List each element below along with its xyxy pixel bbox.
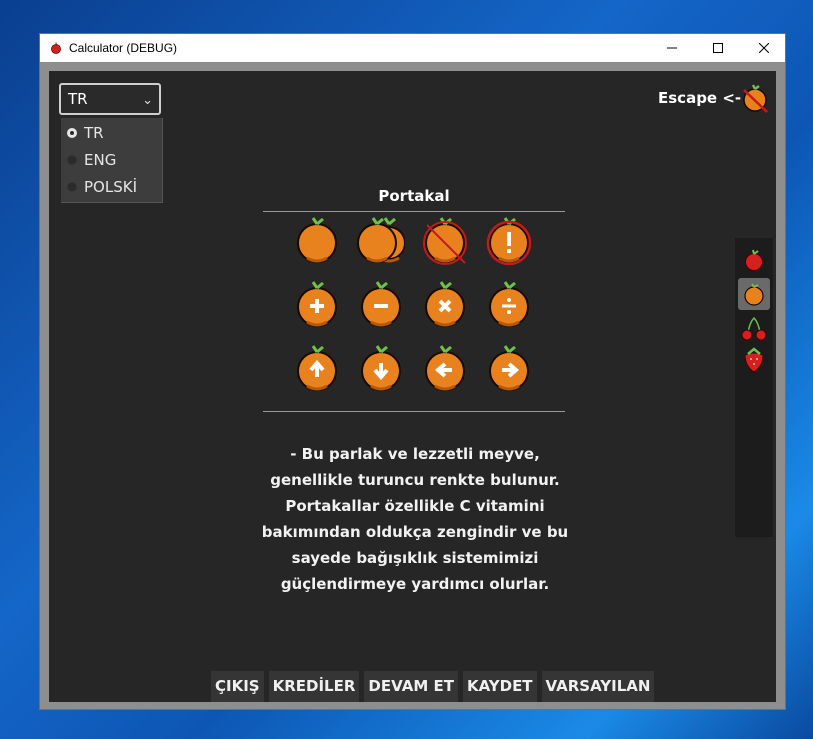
language-select-value: TR	[68, 90, 88, 108]
sidebar-item-strawberry[interactable]	[738, 344, 770, 376]
orange-icon-graphic	[297, 217, 337, 263]
orange-divide-icon[interactable]	[485, 278, 533, 330]
escape-label: Escape <-	[658, 89, 742, 107]
title-bar[interactable]: Calculator (DEBUG)	[40, 34, 785, 62]
fruit-description: - Bu parlak ve lezzetli meyve, genellikl…	[249, 441, 581, 597]
language-option-label: TR	[84, 124, 104, 142]
divider	[263, 411, 565, 412]
maximize-button[interactable]	[695, 34, 741, 62]
orange-plus-icon[interactable]	[293, 278, 341, 330]
orange-icon[interactable]	[293, 214, 341, 266]
language-option-polski[interactable]: POLSKİ	[67, 176, 137, 198]
app-window: Calculator (DEBUG) TR ⌄ TR ENG POLSKİ Es…	[39, 33, 786, 710]
window-title: Calculator (DEBUG)	[69, 41, 178, 55]
orange-exclamation-icon-graphic	[486, 217, 532, 266]
defaults-button[interactable]: VARSAYILAN	[541, 671, 655, 702]
description-line: genellikle turuncu renkte bulunur.	[270, 471, 560, 489]
language-option-tr[interactable]: TR	[67, 122, 104, 144]
description-line: bakımından oldukça zengindir ve bu	[261, 523, 569, 541]
language-option-eng[interactable]: ENG	[67, 149, 116, 171]
save-button[interactable]: KAYDET	[462, 671, 537, 702]
orange-down-arrow-icon[interactable]	[357, 342, 405, 394]
continue-button[interactable]: DEVAM ET	[364, 671, 458, 702]
language-menu: TR ENG POLSKİ	[61, 118, 163, 203]
apple-app-icon	[51, 42, 61, 54]
footer-buttons: ÇIKIŞ KREDİLER DEVAM ET KAYDET VARSAYILA…	[211, 671, 655, 702]
description-line: güçlendirmeye yardımcı olurlar.	[280, 575, 550, 593]
orange-times-icon-graphic	[425, 281, 465, 327]
radio-unselected-icon	[67, 155, 77, 165]
two-oranges-icon-graphic	[357, 217, 406, 263]
close-icon	[759, 43, 769, 53]
minimize-button[interactable]	[649, 34, 695, 62]
orange-divide-icon-graphic	[489, 281, 529, 327]
orange-times-icon[interactable]	[421, 278, 469, 330]
strawberry-icon	[744, 347, 764, 373]
language-option-label: ENG	[84, 151, 117, 169]
fruit-sidebar	[735, 238, 773, 537]
app-canvas: TR ⌄ TR ENG POLSKİ Escape <- Portakal - …	[49, 71, 776, 702]
orange-right-arrow-icon-graphic	[489, 345, 529, 391]
chevron-down-icon: ⌄	[142, 93, 153, 108]
apple-icon	[745, 249, 763, 271]
sidebar-item-apple[interactable]	[738, 244, 770, 276]
fruit-icon-grid	[293, 214, 543, 402]
orange-plus-icon-graphic	[297, 281, 337, 327]
credits-button[interactable]: KREDİLER	[268, 671, 360, 702]
orange-up-arrow-icon-graphic	[297, 345, 337, 391]
language-select[interactable]: TR ⌄	[59, 83, 161, 115]
two-oranges-icon[interactable]	[357, 214, 406, 266]
orange-exclamation-icon[interactable]	[485, 214, 533, 266]
orange-left-arrow-icon-graphic	[425, 345, 465, 391]
orange-up-arrow-icon[interactable]	[293, 342, 341, 394]
orange-minus-icon-graphic	[361, 281, 401, 327]
radio-unselected-icon	[67, 182, 77, 192]
orange-down-arrow-icon-graphic	[361, 345, 401, 391]
radio-selected-icon	[67, 128, 77, 138]
orange-icon	[744, 283, 764, 306]
exit-button[interactable]: ÇIKIŞ	[211, 671, 264, 702]
orange-crossed-icon-graphic	[423, 217, 467, 265]
orange-right-arrow-icon[interactable]	[485, 342, 533, 394]
orange-minus-icon[interactable]	[357, 278, 405, 330]
sidebar-item-orange[interactable]	[738, 278, 770, 310]
maximize-icon	[713, 43, 723, 53]
orange-left-arrow-icon[interactable]	[421, 342, 469, 394]
cherry-icon	[741, 316, 767, 341]
minimize-icon	[667, 47, 677, 49]
language-option-label: POLSKİ	[84, 178, 137, 196]
description-line: Portakallar özellikle C vitamini	[285, 497, 545, 515]
close-button[interactable]	[741, 34, 787, 62]
orange-crossed-icon[interactable]	[740, 82, 770, 114]
description-line: - Bu parlak ve lezzetli meyve,	[290, 445, 540, 463]
divider	[263, 211, 565, 212]
fruit-title: Portakal	[378, 187, 450, 205]
sidebar-item-cherry[interactable]	[738, 312, 770, 344]
description-line: sayede bağışıklık sistemimizi	[291, 549, 539, 567]
orange-crossed-icon[interactable]	[421, 214, 469, 266]
